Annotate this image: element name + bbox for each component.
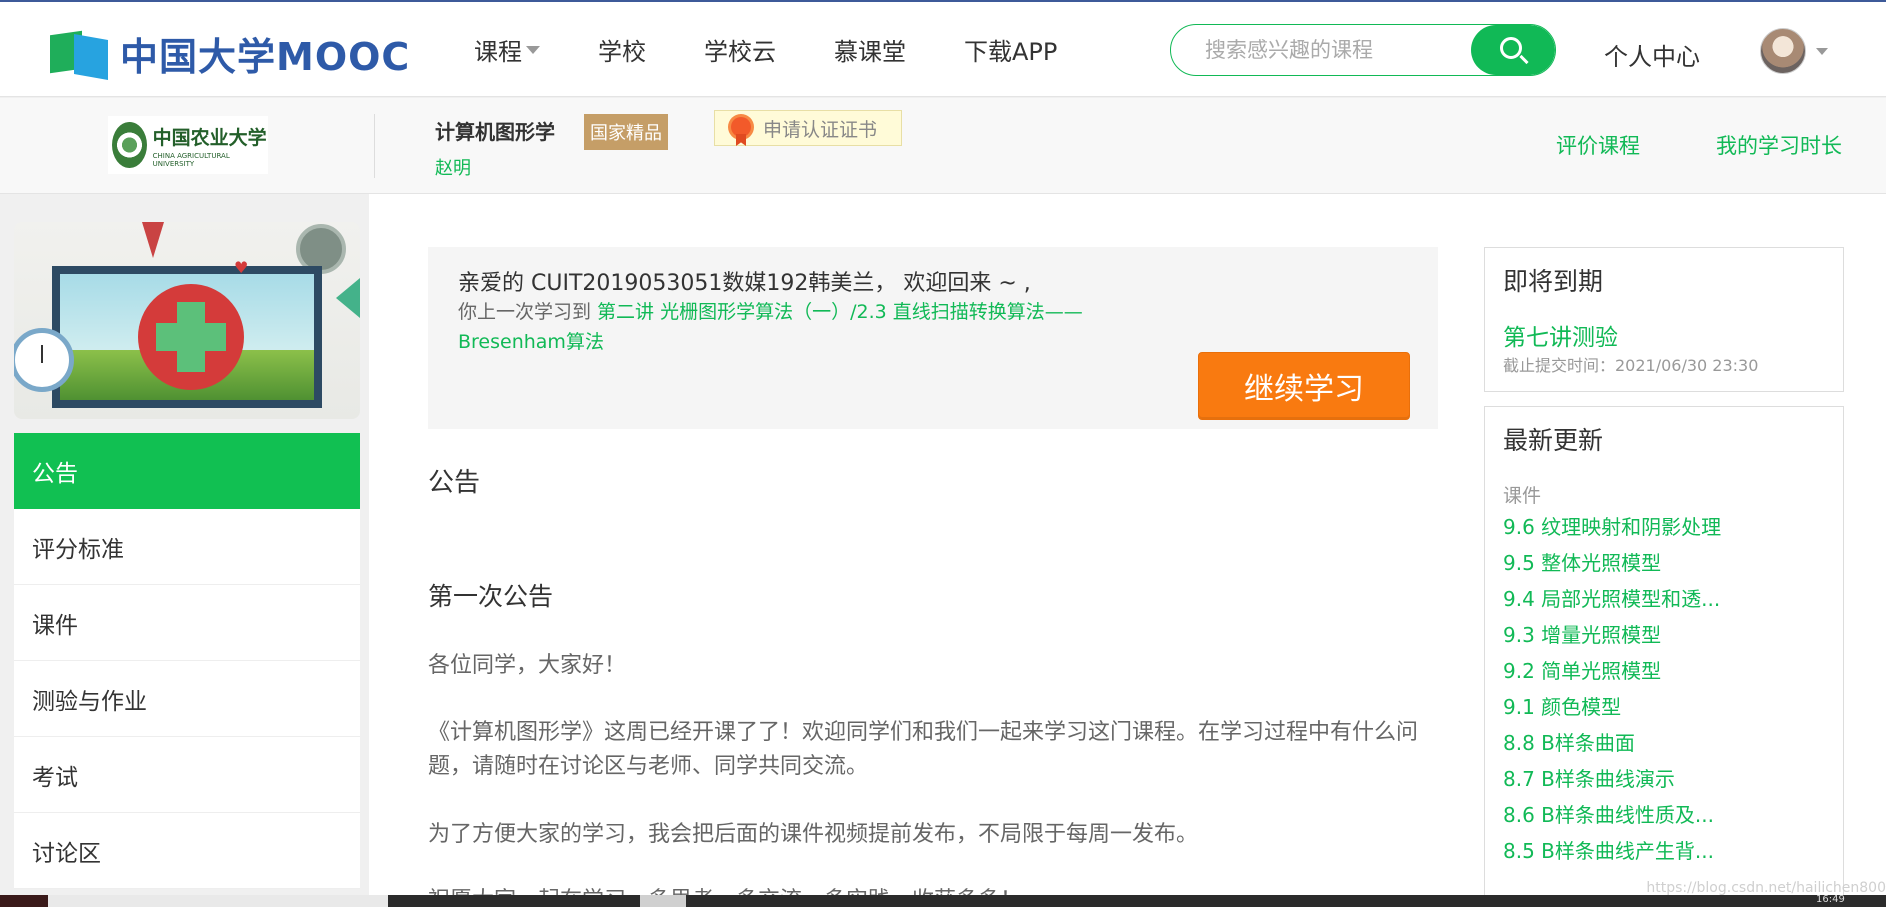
announcement-paragraph: 各位同学，大家好！: [428, 653, 627, 678]
latest-updates-panel: 最新更新 课件 9.6 纹理映射和阴影处理 9.5 整体光照模型 9.4 局部光…: [1484, 406, 1844, 907]
personal-center-link[interactable]: 个人中心: [1604, 37, 1700, 72]
sidebar-item-announcement[interactable]: 公告: [14, 433, 360, 509]
update-list: 9.6 纹理映射和阴影处理 9.5 整体光照模型 9.4 局部光照模型和透...…: [1503, 509, 1721, 869]
announcement-paragraph: 为了方便大家的学习，我会把后面的课件视频提前发布，不局限于每周一发布。: [428, 822, 1199, 847]
update-item[interactable]: 9.1 颜色模型: [1503, 689, 1721, 725]
chevron-down-icon: [526, 45, 540, 54]
system-clock: 16:49: [1816, 894, 1845, 905]
sidebar-item-forum[interactable]: 讨论区: [14, 813, 360, 889]
taskbar-segment[interactable]: [48, 895, 388, 907]
rate-course-link[interactable]: 评价课程: [1556, 130, 1640, 160]
school-name-cn: 中国农业大学: [152, 126, 267, 149]
chevron-down-icon[interactable]: [1816, 48, 1828, 55]
page-title: 公告: [428, 468, 481, 498]
due-soon-heading: 即将到期: [1503, 267, 1604, 296]
sidebar-item-courseware[interactable]: 课件: [14, 585, 360, 661]
welcome-greeting: 亲爱的 CUIT2019053051数媒192韩美兰， 欢迎回来 ~ ,: [458, 271, 1031, 296]
update-item[interactable]: 9.4 局部光照模型和透...: [1503, 581, 1721, 617]
apply-certificate-label: 申请认证证书: [763, 118, 878, 141]
nav-mooc-class-label: 慕课堂: [834, 38, 906, 66]
update-item[interactable]: 8.8 B样条曲面: [1503, 725, 1721, 761]
nav-school-cloud[interactable]: 学校云: [704, 32, 776, 67]
course-header: 中国农业大学 CHINA AGRICULTURAL UNIVERSITY 计算机…: [0, 98, 1886, 194]
nav-schools[interactable]: 学校: [598, 32, 646, 67]
sidebar-item-exam[interactable]: 考试: [14, 737, 360, 813]
sidebar-menu: 公告 评分标准 课件 测验与作业 考试 讨论区: [14, 433, 360, 889]
search-input[interactable]: [1205, 35, 1465, 65]
main-content: 亲爱的 CUIT2019053051数媒192韩美兰， 欢迎回来 ~ , 你上一…: [369, 194, 1886, 907]
update-item[interactable]: 9.3 增量光照模型: [1503, 617, 1721, 653]
announcement-title: 第一次公告: [428, 582, 554, 611]
course-title: 计算机图形学: [435, 120, 555, 144]
national-quality-badge: 国家精品: [584, 114, 668, 150]
continue-learning-button[interactable]: 继续学习: [1198, 352, 1410, 420]
sidebar-item-grading[interactable]: 评分标准: [14, 509, 360, 585]
taskbar-segment[interactable]: [640, 895, 686, 907]
school-names: 中国农业大学 CHINA AGRICULTURAL UNIVERSITY: [153, 123, 268, 168]
update-item[interactable]: 9.2 简单光照模型: [1503, 653, 1721, 689]
nav-download-app[interactable]: 下载APP: [964, 32, 1057, 67]
update-category: 课件: [1503, 485, 1542, 507]
avatar[interactable]: [1760, 28, 1806, 74]
nav-courses[interactable]: 课程: [474, 32, 540, 67]
apply-certificate-button[interactable]: 申请认证证书: [714, 110, 902, 146]
school-name-en: CHINA AGRICULTURAL UNIVERSITY: [152, 151, 230, 168]
nav-school-cloud-label: 学校云: [704, 38, 776, 66]
welcome-box: 亲爱的 CUIT2019053051数媒192韩美兰， 欢迎回来 ~ , 你上一…: [428, 247, 1438, 429]
main-nav: 课程 学校 学校云 慕课堂 下载APP: [474, 32, 1115, 67]
course-banner-image: ♥: [14, 222, 360, 419]
logo-text: 中国大学MOOC: [120, 34, 411, 79]
update-item[interactable]: 8.6 B样条曲线性质及...: [1503, 797, 1721, 833]
taskbar-segment[interactable]: [0, 895, 48, 907]
due-soon-panel: 即将到期 第七讲测验 截止提交时间：2021/06/30 23:30: [1484, 247, 1844, 392]
certificate-badge-icon: [731, 117, 753, 146]
announcement-paragraph: 《计算机图形学》这周已经开课了了！欢迎同学们和我们一起来学习这门课程。在学习过程…: [428, 720, 1419, 779]
school-logo[interactable]: 中国农业大学 CHINA AGRICULTURAL UNIVERSITY: [108, 116, 268, 174]
sidebar-item-quiz-homework[interactable]: 测验与作业: [14, 661, 360, 737]
course-sidebar: ♥ 公告 评分标准 课件 测验与作业 考试 讨论区: [14, 222, 360, 889]
latest-updates-heading: 最新更新: [1503, 426, 1604, 455]
update-item[interactable]: 9.6 纹理映射和阴影处理: [1503, 509, 1721, 545]
nav-courses-label: 课程: [474, 38, 522, 66]
due-deadline: 截止提交时间：2021/06/30 23:30: [1503, 356, 1759, 375]
school-seal-icon: [112, 122, 147, 168]
os-taskbar: [0, 895, 1886, 907]
top-nav-bar: 中国大学MOOC 课程 学校 学校云 慕课堂 下载APP 个人中心: [0, 0, 1886, 97]
mooc-logo[interactable]: 中国大学MOOC: [50, 28, 411, 80]
update-item[interactable]: 9.5 整体光照模型: [1503, 545, 1721, 581]
update-item[interactable]: 8.7 B样条曲线演示: [1503, 761, 1721, 797]
update-item[interactable]: 8.5 B样条曲线产生背...: [1503, 833, 1721, 869]
mooc-logo-icon: [50, 29, 112, 80]
watermark: https://blog.csdn.net/hailichen800: [1646, 880, 1886, 896]
due-item-link[interactable]: 第七讲测验: [1503, 318, 1618, 352]
search-box: [1170, 24, 1556, 76]
search-button[interactable]: [1471, 25, 1555, 75]
nav-download-app-label: 下载APP: [964, 38, 1058, 66]
study-time-link[interactable]: 我的学习时长: [1716, 130, 1842, 160]
heart-icon: ♥: [234, 258, 249, 277]
last-study-info: 你上一次学习到 第二讲 光栅图形学算法（一）/2.3 直线扫描转换算法——Bre…: [458, 297, 1158, 357]
divider: [374, 114, 375, 178]
nav-mooc-class[interactable]: 慕课堂: [834, 32, 906, 67]
nav-schools-label: 学校: [598, 38, 646, 66]
last-study-prefix: 你上一次学习到: [458, 301, 598, 323]
teacher-link[interactable]: 赵明: [435, 154, 471, 180]
